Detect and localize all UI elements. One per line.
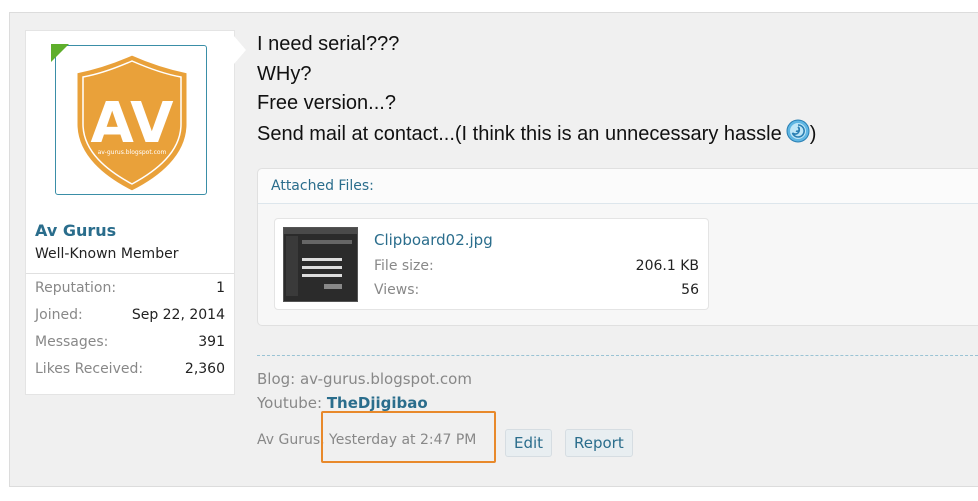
stat-label: Joined: [35,307,83,323]
message-line: Free version...? [257,92,396,114]
youtube-label: Youtube: [257,394,327,412]
stat-likes: Likes Received: 2,360 [26,355,234,382]
message-line-text: Send mail at contact...(I think this is … [257,122,782,145]
date-highlight-box [321,411,496,463]
attachment-card[interactable]: Clipboard02.jpg File size: 206.1 KB View… [274,218,709,310]
views-value: 56 [681,282,699,298]
stat-label: Likes Received: [35,361,144,377]
file-size-label: File size: [374,258,434,274]
user-title: Well-Known Member [35,246,179,262]
stat-label: Reputation: [35,280,117,296]
report-button[interactable]: Report [565,429,633,457]
signature-divider [257,355,978,356]
attachment-thumbnail[interactable] [283,227,358,302]
stat-value: 2,360 [184,361,225,377]
views-label: Views: [374,282,420,298]
dizzy-smiley-icon [786,119,810,153]
attached-files-panel: Attached Files: Clipboard02.jpg File siz… [257,168,978,326]
stat-messages[interactable]: Messages: 391 [26,328,234,355]
file-size-value: 206.1 KB [635,258,699,274]
youtube-link[interactable]: TheDjigibao [327,394,428,412]
shield-logo-icon: AV av-gurus.blogspot.com [74,52,190,194]
attached-files-header: Attached Files: [258,169,978,204]
message-line: I need serial??? [257,33,400,55]
username-link[interactable]: Av Gurus [35,221,116,240]
stat-label: Messages: [35,334,109,350]
avatar-text: AV [91,91,175,156]
edit-button[interactable]: Edit [505,429,553,457]
user-info-panel: AV av-gurus.blogspot.com Av Gurus Well-K… [25,30,235,395]
attachment-filename-link[interactable]: Clipboard02.jpg [374,231,493,249]
message-body: I need serial??? WHy? Free version...? S… [257,30,816,152]
signature-blog: Blog: av-gurus.blogspot.com [257,370,472,388]
stat-reputation: Reputation: 1 [26,274,234,301]
avatar-subtext: av-gurus.blogspot.com [98,149,167,156]
avatar[interactable]: AV av-gurus.blogspot.com [55,45,207,195]
post-author[interactable]: Av Gurus [257,432,320,448]
user-stats: Reputation: 1 Joined: Sep 22, 2014 Messa… [26,273,234,382]
stat-value[interactable]: 391 [198,334,225,350]
message-line-suffix: ) [809,122,817,145]
userbox-arrow [234,36,246,64]
message-line: WHy? [257,62,312,85]
stat-value: Sep 22, 2014 [131,307,225,323]
attached-files-title: Attached Files: [271,178,374,194]
message-line-with-smiley: Send mail at contact...(I think this is … [257,119,816,153]
stat-value: 1 [216,280,225,296]
signature-youtube: Youtube: TheDjigibao [257,394,428,412]
stat-joined: Joined: Sep 22, 2014 [26,301,234,328]
online-indicator [51,44,69,62]
